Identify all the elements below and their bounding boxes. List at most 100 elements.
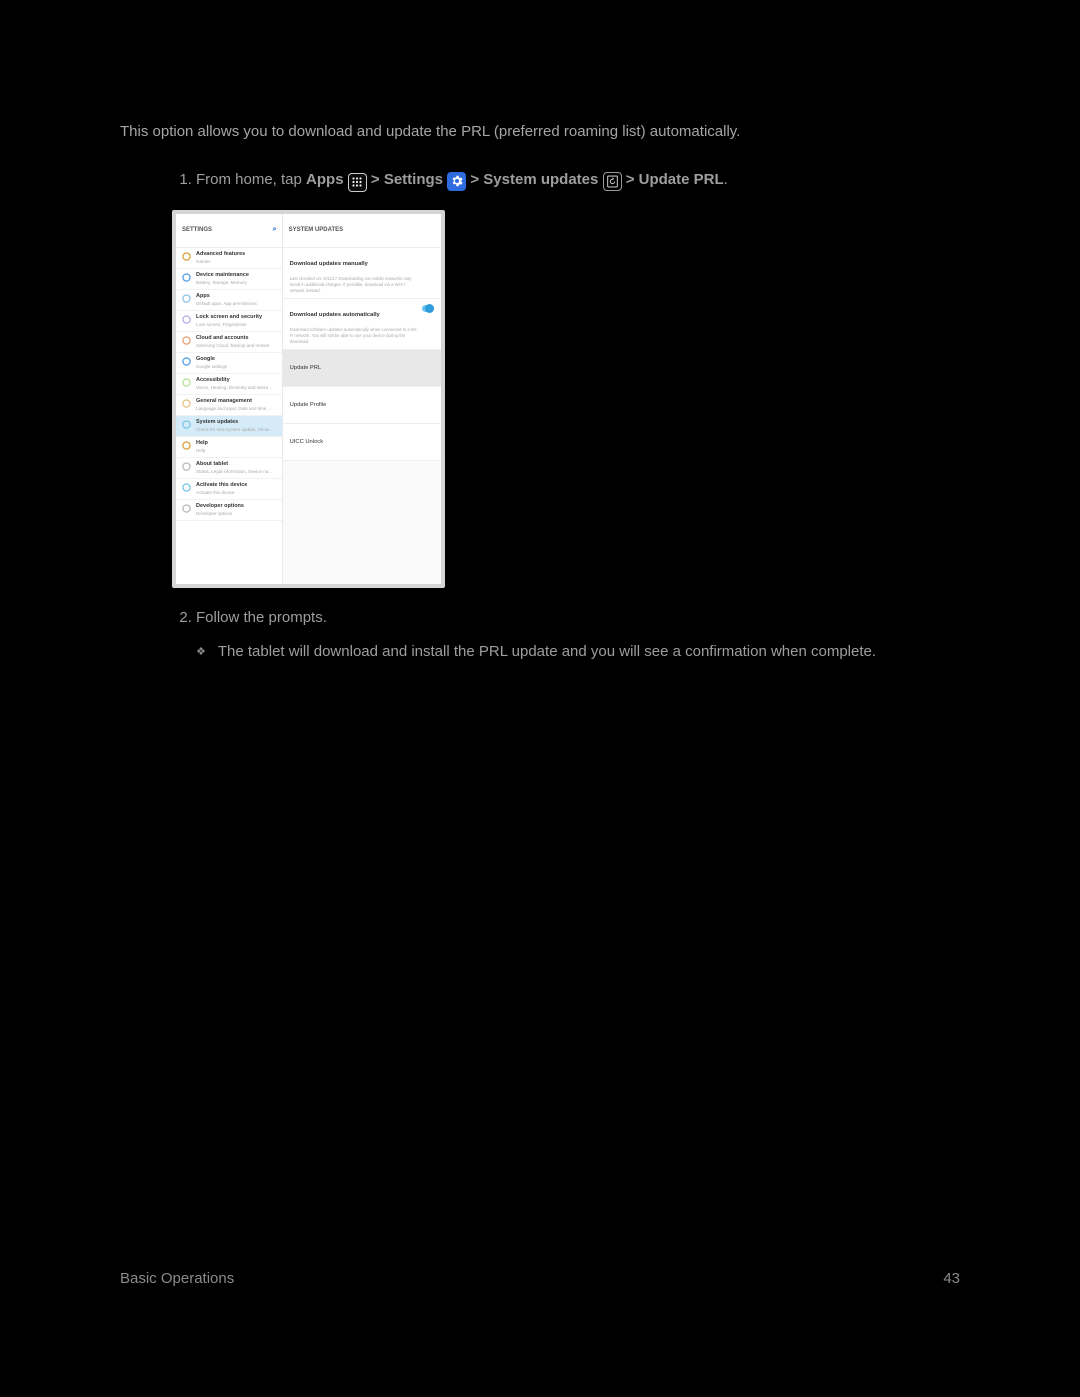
item-sub: Lock screen, Fingerprints [196, 321, 262, 328]
item-text: Lock screen and securityLock screen, Fin… [196, 314, 262, 328]
steps-list: From home, tap Apps > Settings > System … [0, 168, 1080, 664]
footer-section: Basic Operations [120, 1270, 234, 1287]
item-label: Help [196, 440, 208, 446]
item-icon [182, 273, 191, 282]
item-icon [182, 441, 191, 450]
settings-left-item: About tabletStatus, Legal information, D… [176, 458, 282, 479]
item-label: System updates [196, 419, 238, 425]
auto-toggle-icon [422, 305, 434, 312]
item-label: Lock screen and security [196, 314, 262, 320]
item-text: GoogleGoogle settings [196, 356, 227, 370]
item-sub: Developer options [196, 510, 244, 517]
item-text: Developer optionsDeveloper options [196, 503, 244, 517]
system-update-row: Update Profile [283, 387, 441, 424]
screenshot-right-pane: SYSTEM UPDATES Download updates manually… [283, 214, 441, 584]
download-auto-desc: Download software updates automatically … [290, 327, 434, 345]
settings-left-item: System updatesCheck for new system updat… [176, 416, 282, 437]
item-sub: Activate this device [196, 489, 247, 496]
step2-text: Follow the prompts. [196, 609, 327, 626]
item-text: System updatesCheck for new system updat… [196, 419, 274, 433]
step1-prefix: From home, tap [196, 171, 306, 188]
arrow-3: > [626, 171, 639, 188]
item-label: Advanced features [196, 251, 245, 257]
item-icon [182, 483, 191, 492]
system-updates-icon [603, 172, 622, 191]
download-auto-title: Download updates automatically [290, 303, 434, 327]
settings-left-item: AppsDefault apps, App permissions [176, 290, 282, 311]
settings-left-item: General managementLanguage and input, Da… [176, 395, 282, 416]
download-manually-title: Download updates manually [290, 252, 434, 276]
item-icon [182, 504, 191, 513]
item-text: Device maintenanceBattery, Storage, Memo… [196, 272, 249, 286]
screenshot-left-pane: SETTINGS ⌕ Advanced featuresGames Device … [176, 214, 283, 584]
settings-left-item: Lock screen and securityLock screen, Fin… [176, 311, 282, 332]
item-text: Activate this deviceActivate this device [196, 482, 247, 496]
item-text: AppsDefault apps, App permissions [196, 293, 257, 307]
settings-left-item: Cloud and accountsSamsung Cloud, Backup … [176, 332, 282, 353]
item-icon [182, 378, 191, 387]
system-update-row: UICC Unlock [283, 424, 441, 461]
intro-paragraph: This option allows you to download and u… [0, 120, 1080, 144]
item-sub: Google settings [196, 363, 227, 370]
step1-settings-label: Settings [384, 171, 443, 188]
item-sub: Check for new system update, Show sy… [196, 426, 274, 433]
settings-left-item: HelpHelp [176, 437, 282, 458]
download-manually-desc: Last checked on: 6/11/17 Downloading via… [290, 276, 434, 294]
item-label: About tablet [196, 461, 228, 467]
item-sub: Language and input, Date and time, Res… [196, 405, 274, 412]
system-update-row: Update PRL [283, 350, 441, 387]
item-icon [182, 294, 191, 303]
item-sub: Default apps, App permissions [196, 300, 257, 307]
settings-left-item: Device maintenanceBattery, Storage, Memo… [176, 269, 282, 290]
step1-period: . [724, 171, 728, 188]
item-icon [182, 399, 191, 408]
bullet-text: The tablet will download and install the… [218, 640, 876, 664]
step1-sysupdates-label: System updates [483, 171, 598, 188]
footer-page-number: 43 [943, 1270, 960, 1287]
step1-updateprl-label: Update PRL [639, 171, 724, 188]
settings-left-item: GoogleGoogle settings [176, 353, 282, 374]
search-icon: ⌕ [273, 218, 277, 242]
item-text: HelpHelp [196, 440, 208, 454]
arrow-1: > [371, 171, 384, 188]
item-text: About tabletStatus, Legal information, D… [196, 461, 274, 475]
step1-apps-label: Apps [306, 171, 344, 188]
item-text: AccessibilityVision, Hearing, Dexterity … [196, 377, 274, 391]
download-auto-block: Download updates automatically Download … [283, 299, 441, 350]
apps-icon [348, 173, 367, 192]
item-sub: Help [196, 447, 208, 454]
step-1: From home, tap Apps > Settings > System … [196, 168, 1080, 588]
settings-left-item: Developer optionsDeveloper options [176, 500, 282, 521]
download-manually-block: Download updates manually Last checked o… [283, 248, 441, 299]
bullet-icon: ❖ [196, 640, 206, 664]
item-icon [182, 336, 191, 345]
item-icon [182, 252, 191, 261]
screenshot-left-header: SETTINGS ⌕ [176, 214, 282, 248]
step-2: Follow the prompts. ❖ The tablet will do… [196, 606, 1080, 664]
settings-left-item: Advanced featuresGames [176, 248, 282, 269]
settings-screenshot: SETTINGS ⌕ Advanced featuresGames Device … [172, 210, 445, 588]
settings-icon [447, 172, 466, 191]
item-label: Developer options [196, 503, 244, 509]
item-label: Google [196, 356, 215, 362]
item-icon [182, 420, 191, 429]
item-icon [182, 462, 191, 471]
item-label: General management [196, 398, 252, 404]
system-updates-title: SYSTEM UPDATES [283, 214, 441, 248]
item-text: General managementLanguage and input, Da… [196, 398, 274, 412]
item-label: Activate this device [196, 482, 247, 488]
arrow-2: > [470, 171, 483, 188]
settings-left-item: AccessibilityVision, Hearing, Dexterity … [176, 374, 282, 395]
item-icon [182, 357, 191, 366]
item-label: Accessibility [196, 377, 230, 383]
item-label: Device maintenance [196, 272, 249, 278]
item-sub: Vision, Hearing, Dexterity and interacti… [196, 384, 274, 391]
item-text: Advanced featuresGames [196, 251, 245, 265]
settings-title: SETTINGS [182, 218, 212, 242]
item-sub: Samsung Cloud, Backup and restore [196, 342, 270, 349]
item-sub: Status, Legal information, Device name [196, 468, 274, 475]
item-sub: Battery, Storage, Memory [196, 279, 249, 286]
settings-left-item: Activate this deviceActivate this device [176, 479, 282, 500]
step2-bullet-row: ❖ The tablet will download and install t… [196, 640, 1080, 664]
document-page: This option allows you to download and u… [0, 0, 1080, 1397]
